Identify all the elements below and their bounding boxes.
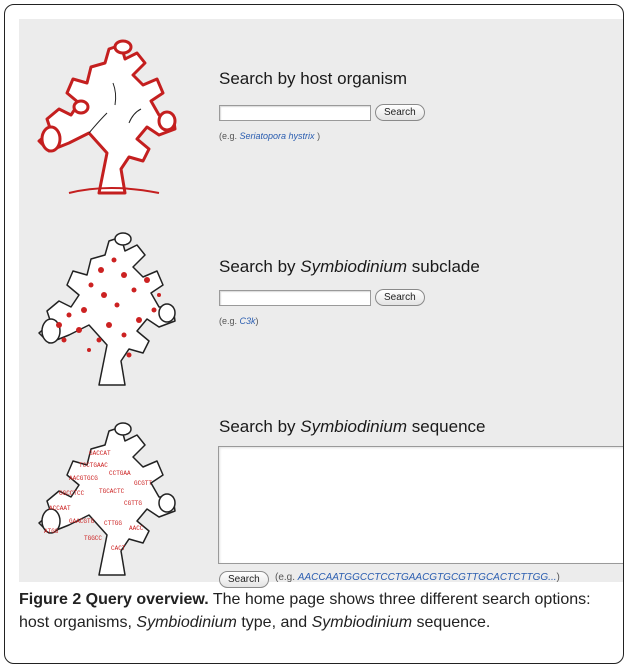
subclade-input[interactable] xyxy=(219,290,371,306)
host-organism-input[interactable] xyxy=(219,105,371,121)
svg-text:CTTGG: CTTGG xyxy=(104,520,122,527)
subclade-example-link[interactable]: C3k xyxy=(240,316,256,326)
sequence-example-link[interactable]: AACCAATGGCCTCCTGAACGTGCGTTGCACTCTTGG... xyxy=(298,572,557,583)
search-panel: Search by host organism Search (e.g. Ser… xyxy=(19,19,623,588)
svg-text:ATGG: ATGG xyxy=(44,528,59,535)
title-suffix-text: sequence xyxy=(407,417,486,436)
title-text: Search by host organism xyxy=(219,69,408,88)
example-prefix: (e.g. xyxy=(219,131,240,141)
section-title-sequence: Search by Symbiodinium sequence xyxy=(219,417,485,437)
subclade-search-button[interactable]: Search xyxy=(375,289,425,306)
title-text: Search by xyxy=(219,417,301,436)
coral-illustration-dots-icon xyxy=(38,232,176,386)
svg-text:GGCCTCC: GGCCTCC xyxy=(59,490,85,497)
host-search-button[interactable]: Search xyxy=(375,104,425,121)
example-suffix: ) xyxy=(314,131,321,141)
svg-text:AACC: AACC xyxy=(129,525,144,532)
svg-text:CCTGAA: CCTGAA xyxy=(109,470,131,477)
caption-text: type, and xyxy=(236,614,312,631)
sequence-search-button[interactable]: Search xyxy=(219,571,269,588)
coral-illustration-outline-icon xyxy=(37,39,177,195)
example-suffix: ) xyxy=(255,316,259,326)
caption-text: sequence. xyxy=(412,614,491,631)
example-suffix: ) xyxy=(556,572,560,583)
svg-text:TGCACTC: TGCACTC xyxy=(99,488,125,495)
svg-text:TGGCC: TGGCC xyxy=(84,535,102,542)
section-title-subclade: Search by Symbiodinium subclade xyxy=(219,257,480,277)
figure-caption: Figure 2 Query overview. The home page s… xyxy=(19,588,619,634)
host-example: (e.g. Seriatopora hystrix ) xyxy=(219,131,320,141)
example-prefix: (e.g. xyxy=(219,316,240,326)
title-text: Search by xyxy=(219,257,301,276)
svg-text:GACCAT: GACCAT xyxy=(89,450,111,457)
host-example-link[interactable]: Seriatopora hystrix xyxy=(240,131,315,141)
title-italic-text: Symbiodinium xyxy=(300,417,408,436)
svg-text:TCCTGAAC: TCCTGAAC xyxy=(79,462,108,469)
figure-frame: Search by host organism Search (e.g. Ser… xyxy=(4,4,624,664)
sequence-textarea[interactable] xyxy=(218,446,623,564)
example-prefix: (e.g. xyxy=(275,572,298,583)
caption-italic: Symbiodinium xyxy=(311,614,413,631)
svg-text:ACCAAT: ACCAAT xyxy=(49,505,71,512)
svg-text:GCGTT: GCGTT xyxy=(134,480,152,487)
svg-text:AACGTGCG: AACGTGCG xyxy=(69,475,98,482)
title-suffix-text: subclade xyxy=(407,257,480,276)
svg-text:CACT: CACT xyxy=(111,545,126,552)
title-italic-text: Symbiodinium xyxy=(300,257,408,276)
subclade-example: (e.g. C3k) xyxy=(219,316,259,326)
coral-illustration-sequence-icon: GACCAT TCCTGAAC AACGTGCG CCTGAA GGCCTCC TGCA… xyxy=(38,422,176,576)
svg-text:GAACGTG: GAACGTG xyxy=(69,518,95,525)
sequence-example: (e.g. AACCAATGGCCTCCTGAACGTGCGTTGCACTCTT… xyxy=(275,572,560,583)
caption-label: Figure 2 Query overview. xyxy=(19,591,209,608)
caption-italic: Symbiodinium xyxy=(136,614,237,631)
svg-text:CGTTG: CGTTG xyxy=(124,500,142,507)
section-title-host: Search by host organism xyxy=(219,69,407,89)
